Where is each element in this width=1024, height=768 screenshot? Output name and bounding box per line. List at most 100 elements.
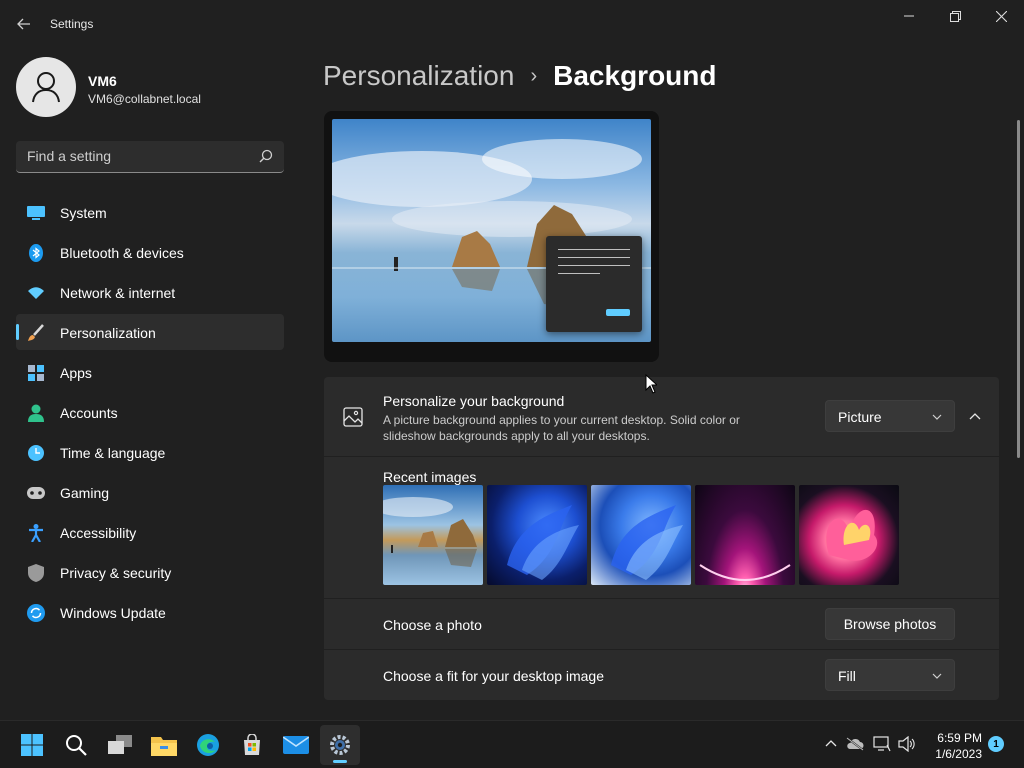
windows-start-icon [21, 734, 43, 756]
brush-icon [27, 324, 45, 342]
scrollbar[interactable] [1017, 120, 1020, 458]
sidebar-item-accounts[interactable]: Accounts [16, 394, 284, 430]
personalize-background-description: A picture background applies to your cur… [383, 413, 740, 443]
desktop-preview [324, 111, 659, 362]
settings-icon [330, 735, 350, 755]
preview-window [546, 236, 642, 332]
taskbar-search-button[interactable] [56, 725, 96, 765]
start-button[interactable] [12, 725, 52, 765]
collapse-button[interactable] [964, 403, 986, 431]
preview-text-line [558, 265, 630, 266]
clock[interactable]: 6:59 PM 1/6/2023 [920, 730, 982, 762]
recent-image-thumbnail[interactable] [591, 485, 691, 585]
network-icon [873, 736, 891, 752]
preview-text-line [558, 257, 630, 258]
sidebar-item-network[interactable]: Network & internet [16, 274, 284, 310]
shield-icon [27, 564, 45, 582]
recent-image-thumbnail[interactable] [487, 485, 587, 585]
sidebar-item-accessibility[interactable]: Accessibility [16, 514, 284, 550]
account-icon [27, 404, 45, 422]
recent-images-list [383, 485, 899, 585]
chevron-up-icon [825, 740, 837, 747]
task-view-button[interactable] [100, 725, 140, 765]
thumbnail-image [699, 564, 791, 581]
sidebar-item-label: System [60, 205, 107, 221]
thumbnail-image [826, 509, 878, 561]
sidebar-item-apps[interactable]: Apps [16, 354, 284, 390]
sidebar-item-time-language[interactable]: Time & language [16, 434, 284, 470]
sidebar-item-label: Accessibility [60, 525, 137, 541]
wallpaper-preview [332, 119, 651, 342]
background-type-dropdown[interactable]: Picture [825, 400, 955, 432]
bluetooth-icon [27, 244, 45, 262]
sidebar-item-gaming[interactable]: Gaming [16, 474, 284, 510]
personalize-background-title: Personalize your background [383, 393, 565, 409]
task-view-icon [108, 735, 132, 754]
mouse-cursor-icon [645, 374, 657, 394]
accessibility-icon [27, 524, 45, 542]
store-button[interactable] [232, 725, 272, 765]
avatar [16, 57, 76, 117]
fit-value: Fill [838, 668, 856, 684]
edge-icon [197, 734, 219, 756]
recent-images-label: Recent images [383, 469, 477, 485]
breadcrumb-separator: › [530, 64, 538, 87]
fit-dropdown[interactable]: Fill [825, 659, 955, 691]
file-explorer-button[interactable] [144, 725, 184, 765]
choose-photo-row: Choose a photo Browse photos [324, 599, 999, 649]
clock-date: 1/6/2023 [935, 747, 982, 761]
sidebar-item-label: Bluetooth & devices [60, 245, 184, 261]
settings-taskbar-button[interactable] [320, 725, 360, 765]
user-name: VM6 [88, 73, 117, 89]
search-input[interactable] [16, 141, 236, 171]
breadcrumb: Personalization › Background [323, 58, 716, 94]
taskbar: 6:59 PM 1/6/2023 1 [0, 720, 1024, 768]
sidebar-item-label: Gaming [60, 485, 110, 501]
onedrive-tray-button[interactable] [846, 735, 864, 753]
recent-image-thumbnail[interactable] [383, 485, 483, 585]
preview-accent-button [606, 309, 630, 316]
volume-tray-button[interactable] [898, 735, 916, 753]
close-button[interactable] [978, 0, 1024, 32]
minimize-button[interactable] [886, 0, 932, 32]
sidebar-item-label: Windows Update [60, 605, 166, 621]
nav-sidebar: System Bluetooth & devices Network & int… [16, 194, 284, 634]
recent-image-thumbnail[interactable] [695, 485, 795, 585]
search-icon[interactable] [259, 149, 273, 163]
browse-photos-button[interactable]: Browse photos [825, 608, 955, 640]
thumbnail-image [611, 505, 683, 580]
breadcrumb-parent[interactable]: Personalization [323, 60, 514, 92]
back-button[interactable] [12, 12, 36, 36]
recent-images-section: Recent images [324, 457, 999, 598]
image-icon [343, 407, 363, 427]
monitor-icon [27, 204, 45, 222]
sidebar-item-windows-update[interactable]: Windows Update [16, 594, 284, 630]
edge-button[interactable] [188, 725, 228, 765]
maximize-button[interactable] [932, 0, 978, 32]
cloud-off-icon [846, 737, 864, 751]
chevron-up-icon [969, 413, 981, 420]
network-tray-button[interactable] [873, 735, 891, 753]
maximize-icon [949, 10, 961, 22]
chevron-down-icon [932, 414, 942, 420]
thumbnail-image [383, 497, 477, 567]
sidebar-item-label: Privacy & security [60, 565, 172, 581]
sidebar-item-label: Apps [60, 365, 92, 381]
choose-fit-row: Choose a fit for your desktop image Fill [324, 650, 999, 700]
thumbnail-image [507, 505, 579, 580]
sidebar-item-system[interactable]: System [16, 194, 284, 230]
mail-button[interactable] [276, 725, 316, 765]
show-hidden-icons-button[interactable] [822, 735, 840, 753]
sidebar-item-bluetooth[interactable]: Bluetooth & devices [16, 234, 284, 270]
notification-badge[interactable]: 1 [988, 736, 1004, 752]
volume-icon [898, 736, 915, 752]
file-explorer-icon [151, 737, 177, 756]
preview-text-line [558, 273, 600, 274]
sidebar-item-personalization[interactable]: Personalization [16, 314, 284, 350]
gamepad-icon [27, 484, 45, 502]
recent-image-thumbnail[interactable] [799, 485, 899, 585]
settings-search[interactable] [16, 141, 284, 173]
title-bar: Settings [0, 0, 1024, 48]
sidebar-item-privacy-security[interactable]: Privacy & security [16, 554, 284, 590]
update-icon [27, 604, 45, 622]
